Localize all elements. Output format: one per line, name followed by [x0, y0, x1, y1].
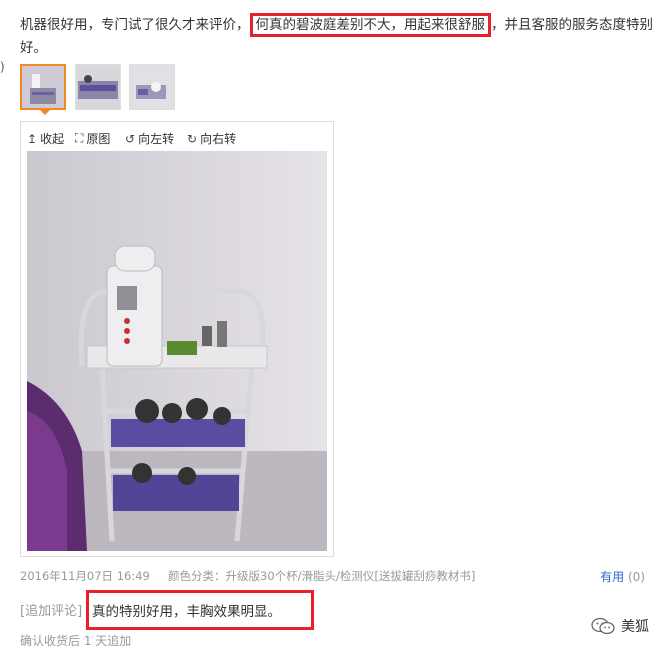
image-viewer: ↥ 收起 ⛶ 原图 ↺ 向左转 ↻ 向右转 [20, 121, 334, 557]
original-image-label: 原图 [86, 132, 111, 146]
followup-highlight-box [86, 590, 314, 630]
review-text-part1: 机器很好用，专门试了很久才来评价， [20, 17, 250, 33]
useful-link[interactable]: 有用 [600, 570, 624, 584]
color-category-value: 升级版30个杯/滑脂头/检测仪[送拔罐刮痧教材书] [225, 569, 476, 583]
followup-confirm-note: 确认收货后 1 天追加 [20, 634, 132, 648]
rotate-right-icon: ↻ [187, 131, 198, 146]
arrow-up-icon: ↥ [27, 131, 38, 146]
thumbnail-2-image [76, 65, 120, 109]
beauty-machine-cart-photo [27, 151, 327, 551]
rotate-left-button[interactable]: ↺ 向左转 [125, 130, 174, 147]
rotate-right-button[interactable]: ↻ 向右转 [187, 130, 236, 147]
review-highlight: 何真的碧波庭差别不大，用起来很舒服 [249, 13, 491, 37]
thumbnail-pointer [39, 109, 51, 115]
original-image-button[interactable]: ⛶ 原图 [75, 130, 110, 147]
review-date: 2016年11月07日 16:49 [20, 569, 150, 583]
thumbnail-3-image [130, 65, 174, 109]
collapse-button[interactable]: ↥ 收起 [27, 130, 64, 147]
expand-icon: ⛶ [75, 131, 84, 145]
thumbnail-3[interactable] [129, 64, 175, 110]
useful-vote[interactable]: 有用 (0) [600, 568, 645, 585]
brand-watermark: 美狐 [591, 616, 649, 636]
thumbnail-1-image [22, 66, 64, 108]
color-category-label: 颜色分类： [168, 569, 226, 583]
thumbnail-2[interactable] [75, 64, 121, 110]
rotate-right-label: 向右转 [200, 132, 237, 146]
left-edge-char: ) [0, 60, 5, 74]
brand-name: 美狐 [621, 619, 649, 635]
useful-count: (0) [628, 570, 645, 584]
color-category: 颜色分类：升级版30个杯/滑脂头/检测仪[送拔罐刮痧教材书] [168, 568, 475, 584]
followup-label: [追加评论] [20, 604, 83, 619]
rotate-left-icon: ↺ [125, 131, 136, 146]
wechat-icon [591, 617, 615, 635]
review-photo [27, 151, 327, 551]
rotate-left-label: 向左转 [138, 132, 175, 146]
review-text: 机器很好用，专门试了很久才来评价， 何真的碧波庭差别不大，用起来很舒服 ，并且客服的… [20, 13, 660, 60]
collapse-label: 收起 [40, 132, 65, 146]
thumbnail-1[interactable] [20, 64, 66, 110]
